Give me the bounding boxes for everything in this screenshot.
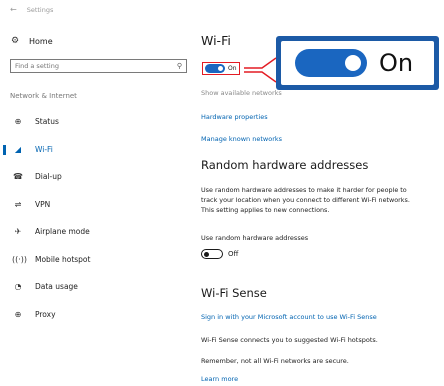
- random-addresses-toggle[interactable]: Off: [201, 249, 238, 259]
- wifi-sense-description: Wi-Fi Sense connects you to suggested Wi…: [201, 336, 378, 344]
- sidebar-item-dialup[interactable]: ☎ Dial-up: [0, 163, 190, 191]
- gear-icon: ⚙: [10, 36, 20, 46]
- home-label: Home: [29, 36, 53, 46]
- sidebar-item-data-usage[interactable]: ◔ Data usage: [0, 273, 190, 301]
- sidebar-item-status[interactable]: ⊕ Status: [0, 108, 190, 136]
- proxy-icon: ⊕: [14, 309, 22, 319]
- home-link[interactable]: ⚙ Home: [10, 36, 53, 46]
- search-box[interactable]: ⚲: [10, 59, 187, 73]
- zoom-callout: On: [276, 36, 439, 90]
- hardware-properties-link[interactable]: Hardware properties: [201, 113, 268, 121]
- sidebar-item-label: Proxy: [35, 309, 56, 319]
- sidebar-item-label: Status: [35, 117, 59, 127]
- hotspot-icon: ((·)): [12, 254, 28, 264]
- wifi-sense-warning: Remember, not all Wi-Fi networks are sec…: [201, 357, 349, 365]
- dialup-icon: ☎: [13, 172, 23, 182]
- sidebar-item-label: VPN: [35, 199, 51, 209]
- random-addresses-heading: Random hardware addresses: [201, 158, 369, 172]
- zoom-callout-inner: On: [281, 41, 434, 85]
- sidebar-item-airplane-mode[interactable]: ✈ Airplane mode: [0, 218, 190, 246]
- wifi-sense-signin-link[interactable]: Sign in with your Microsoft account to u…: [201, 313, 377, 321]
- section-label: Network & Internet: [10, 92, 77, 100]
- sidebar-item-wifi[interactable]: ◢ Wi-Fi: [0, 136, 190, 164]
- random-addresses-description-line: Use random hardware addresses to make it…: [201, 186, 407, 194]
- zoomed-toggle-switch: [295, 49, 367, 77]
- random-addresses-toggle-title: Use random hardware addresses: [201, 234, 309, 242]
- sidebar-item-label: Airplane mode: [35, 227, 90, 237]
- wifi-icon: ◢: [14, 144, 22, 154]
- sidebar-item-label: Dial-up: [35, 172, 62, 182]
- page-title: Wi-Fi: [201, 33, 231, 48]
- random-addresses-toggle-label: Off: [228, 250, 239, 258]
- sidebar-nav: ⊕ Status ◢ Wi-Fi ☎ Dial-up ⇌ VPN ✈ Airpl…: [0, 108, 190, 328]
- back-arrow-icon[interactable]: ←: [10, 5, 17, 14]
- wifi-toggle-switch[interactable]: [205, 64, 225, 73]
- random-addresses-description-line: This setting applies to new connections.: [201, 206, 330, 214]
- sidebar-item-label: Wi-Fi: [35, 144, 53, 154]
- sidebar-item-label: Mobile hotspot: [35, 254, 91, 264]
- sidebar-item-vpn[interactable]: ⇌ VPN: [0, 191, 190, 219]
- sidebar-item-mobile-hotspot[interactable]: ((·)) Mobile hotspot: [0, 246, 190, 274]
- random-addresses-description-line: track your location when you connect to …: [201, 196, 410, 204]
- sidebar-item-label: Data usage: [35, 282, 78, 292]
- window-title: Settings: [26, 5, 54, 14]
- search-icon[interactable]: ⚲: [177, 62, 182, 70]
- airplane-icon: ✈: [14, 227, 22, 237]
- data-usage-icon: ◔: [14, 282, 22, 292]
- sidebar-item-proxy[interactable]: ⊕ Proxy: [0, 301, 190, 329]
- title-bar: ← Settings: [10, 5, 53, 14]
- search-input[interactable]: [15, 62, 177, 70]
- wifi-toggle-label: On: [228, 65, 237, 72]
- wifi-toggle[interactable]: On: [202, 62, 240, 75]
- zoomed-toggle-label: On: [379, 49, 414, 77]
- show-networks-link[interactable]: Show available networks: [201, 89, 282, 97]
- globe-icon: ⊕: [14, 117, 22, 127]
- learn-more-link[interactable]: Learn more: [201, 375, 238, 383]
- vpn-icon: ⇌: [14, 199, 22, 209]
- sidebar: ← Settings ⚙ Home ⚲ Network & Internet ⊕…: [0, 0, 190, 386]
- wifi-sense-heading: Wi-Fi Sense: [201, 286, 267, 300]
- manage-networks-link[interactable]: Manage known networks: [201, 135, 282, 143]
- random-addresses-toggle-switch[interactable]: [201, 249, 223, 259]
